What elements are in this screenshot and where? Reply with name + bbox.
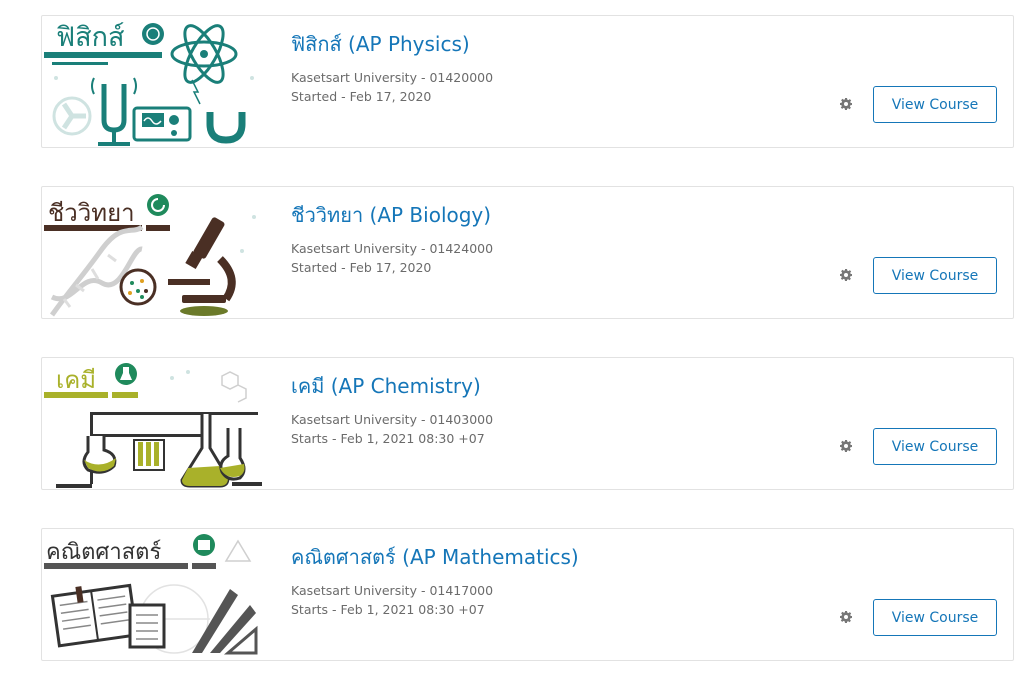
svg-text:ฟิสิกส์: ฟิสิกส์: [56, 21, 124, 53]
course-org-code: Kasetsart University - 01420000: [291, 70, 494, 85]
svg-text:ชีววิทยา: ชีววิทยา: [48, 199, 135, 227]
gear-icon[interactable]: [840, 440, 852, 452]
course-thumbnail-mathematics[interactable]: คณิตศาสตร์: [42, 529, 266, 660]
view-course-button[interactable]: View Course: [873, 257, 997, 294]
svg-text:คณิตศาสตร์: คณิตศาสตร์: [46, 540, 161, 565]
gear-icon[interactable]: [840, 269, 852, 281]
course-start-date: Starts - Feb 1, 2021 08:30 +07: [291, 602, 485, 617]
chemistry-illustration-icon: เคมี: [44, 363, 262, 488]
course-meta: Kasetsart University - 01403000 Starts -…: [291, 410, 493, 448]
course-thumbnail-chemistry[interactable]: เคมี: [42, 358, 266, 489]
course-card-biology: ชีววิทยา ชีววิทยา (AP Biology) Kasetsart…: [41, 186, 1014, 319]
biology-illustration-icon: ชีววิทยา: [44, 194, 256, 317]
course-org-code: Kasetsart University - 01424000: [291, 241, 494, 256]
course-title-link[interactable]: เคมี (AP Chemistry): [291, 370, 481, 402]
course-meta: Kasetsart University - 01420000 Started …: [291, 68, 493, 106]
gear-icon[interactable]: [840, 611, 852, 623]
course-start-date: Starts - Feb 1, 2021 08:30 +07: [291, 431, 485, 446]
gear-icon[interactable]: [840, 98, 852, 110]
course-card-physics: ฟิสิกส์ ฟิสิกส์ (AP Physics) Kasetsart U…: [41, 15, 1014, 148]
view-course-button[interactable]: View Course: [873, 599, 997, 636]
course-card-chemistry: เคมี เคมี (AP Chemistry) Kasetsart Unive…: [41, 357, 1014, 490]
view-course-button[interactable]: View Course: [873, 428, 997, 465]
view-course-button[interactable]: View Course: [873, 86, 997, 123]
course-title-link[interactable]: คณิตศาสตร์ (AP Mathematics): [291, 541, 579, 573]
course-thumbnail-physics[interactable]: ฟิสิกส์: [42, 16, 266, 147]
svg-text:เคมี: เคมี: [56, 366, 96, 394]
course-title-link[interactable]: ชีววิทยา (AP Biology): [291, 199, 491, 231]
course-meta: Kasetsart University - 01424000 Started …: [291, 239, 493, 277]
course-thumbnail-biology[interactable]: ชีววิทยา: [42, 187, 266, 318]
course-org-code: Kasetsart University - 01403000: [291, 412, 494, 427]
course-card-mathematics: คณิตศาสตร์ คณิตศาสตร์ (AP Mathematics) K…: [41, 528, 1014, 661]
course-start-date: Started - Feb 17, 2020: [291, 89, 432, 104]
course-org-code: Kasetsart University - 01417000: [291, 583, 494, 598]
mathematics-illustration-icon: คณิตศาสตร์: [44, 534, 258, 655]
course-meta: Kasetsart University - 01417000 Starts -…: [291, 581, 493, 619]
course-title-link[interactable]: ฟิสิกส์ (AP Physics): [291, 28, 470, 60]
physics-illustration-icon: ฟิสิกส์: [44, 21, 254, 146]
course-start-date: Started - Feb 17, 2020: [291, 260, 432, 275]
